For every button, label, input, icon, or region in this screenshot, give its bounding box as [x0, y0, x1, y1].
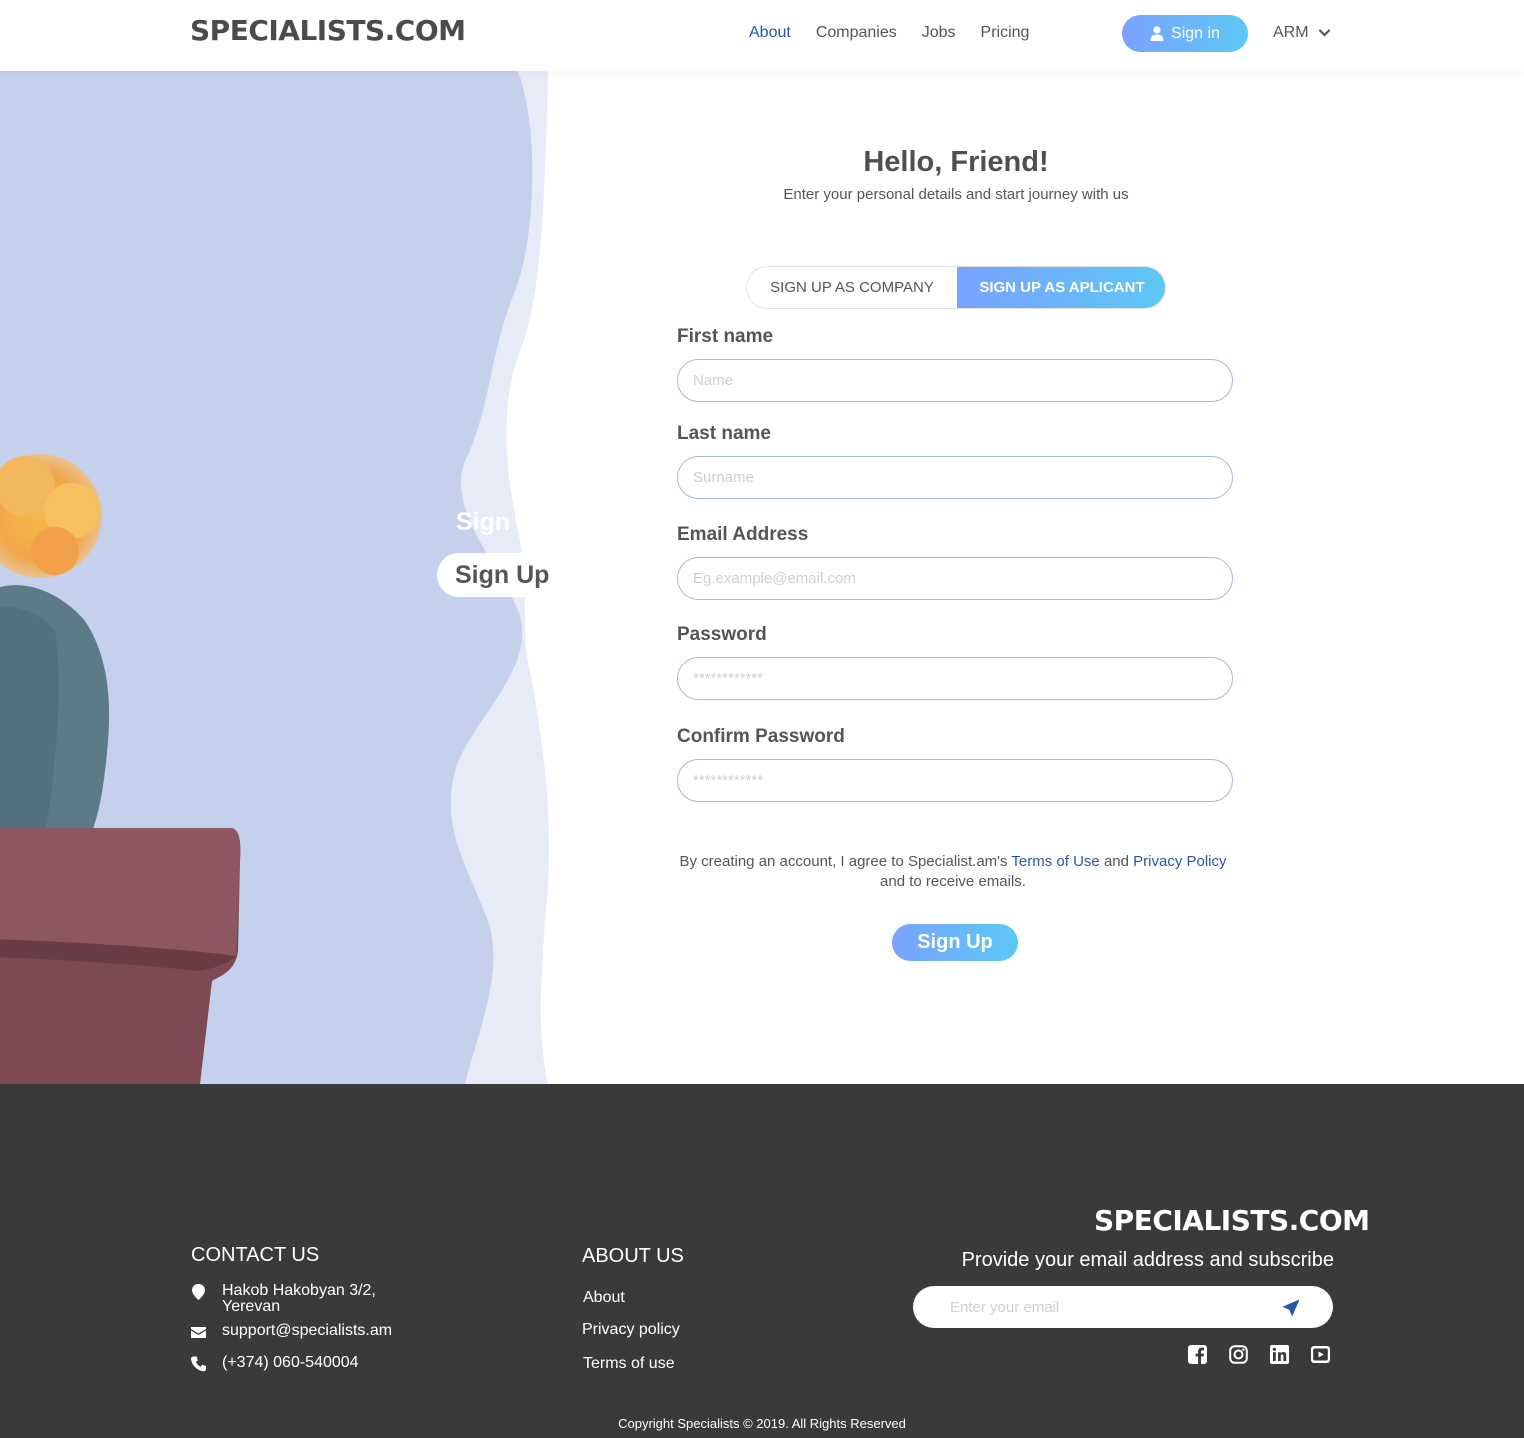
nav-pricing[interactable]: Pricing: [981, 24, 1030, 42]
sign-up-button[interactable]: Sign Up: [892, 924, 1018, 961]
terms-of-use-link[interactable]: Terms of Use: [1011, 853, 1099, 870]
first-name-field[interactable]: [677, 359, 1233, 402]
copyright-text: Copyright Specialists © 2019. All Rights…: [618, 1416, 906, 1431]
chevron-down-icon: [1318, 29, 1330, 37]
contact-heading: CONTACT US: [191, 1244, 320, 1266]
password-field[interactable]: [677, 657, 1233, 700]
side-sign-up-tab[interactable]: Sign Up: [437, 553, 560, 597]
first-name-label: First name: [677, 326, 774, 347]
footer-privacy-link[interactable]: Privacy policy: [582, 1321, 680, 1339]
confirm-password-field[interactable]: [677, 759, 1233, 802]
facebook-icon[interactable]: [1188, 1345, 1207, 1364]
last-name-field[interactable]: [677, 456, 1233, 499]
nav-jobs[interactable]: Jobs: [922, 24, 956, 42]
site-logo[interactable]: SPECIALISTS.COM: [190, 14, 466, 47]
agree-text-3: and to receive emails.: [880, 873, 1026, 890]
linkedin-icon[interactable]: [1270, 1345, 1289, 1364]
phone-text[interactable]: (+374) 060-540004: [222, 1355, 359, 1371]
signup-type-toggle: SIGN UP AS COMPANY SIGN UP AS APLICANT: [746, 266, 1166, 309]
footer-terms-link[interactable]: Terms of use: [583, 1355, 675, 1373]
footer-logo: SPECIALISTS.COM: [1094, 1204, 1370, 1237]
tab-signup-company[interactable]: SIGN UP AS COMPANY: [747, 267, 957, 308]
side-sign-in-link[interactable]: Sign In: [456, 508, 539, 537]
location-pin-icon: [192, 1284, 205, 1300]
contact-phone: (+374) 060-540004: [191, 1355, 359, 1372]
about-heading: ABOUT US: [582, 1245, 684, 1267]
phone-icon: [191, 1356, 206, 1372]
email-label: Email Address: [677, 524, 809, 545]
address-text: Hakob Hakobyan 3/2, Yerevan: [222, 1283, 376, 1315]
contact-email: support@specialists.am: [191, 1323, 392, 1340]
email-field[interactable]: [677, 557, 1233, 600]
user-icon: [1150, 26, 1164, 41]
confirm-password-label: Confirm Password: [677, 726, 845, 747]
side-panel: Sign In Sign Up: [0, 71, 560, 1084]
nav-about[interactable]: About: [749, 24, 791, 42]
footer-about-link[interactable]: About: [583, 1289, 625, 1307]
privacy-policy-link[interactable]: Privacy Policy: [1133, 853, 1226, 870]
terms-agreement: By creating an account, I agree to Speci…: [677, 852, 1229, 892]
address-line-2: Yerevan: [222, 1298, 281, 1315]
main-nav: About Companies Jobs Pricing: [749, 24, 1054, 42]
language-label: ARM: [1273, 24, 1309, 41]
last-name-label: Last name: [677, 423, 771, 444]
header: SPECIALISTS.COM About Companies Jobs Pri…: [0, 0, 1524, 71]
contact-address: Hakob Hakobyan 3/2, Yerevan: [191, 1283, 376, 1315]
subscribe-text: Provide your email address and subscribe: [961, 1249, 1334, 1271]
envelope-icon: [191, 1327, 206, 1338]
send-icon[interactable]: [1282, 1299, 1300, 1317]
sign-in-label: Sign in: [1171, 24, 1220, 42]
subscribe-email-input[interactable]: [950, 1286, 1280, 1328]
agree-text-1: By creating an account, I agree to Speci…: [679, 853, 1012, 870]
subscribe-form: [913, 1286, 1333, 1328]
form-title: Hello, Friend!: [863, 146, 1049, 178]
password-label: Password: [677, 624, 767, 645]
tab-signup-applicant[interactable]: SIGN UP AS APLICANT: [957, 267, 1165, 308]
agree-text-2: and: [1099, 853, 1134, 870]
email-text[interactable]: support@specialists.am: [222, 1323, 392, 1339]
nav-companies[interactable]: Companies: [816, 24, 897, 42]
instagram-icon[interactable]: [1229, 1345, 1248, 1364]
sign-in-button[interactable]: Sign in: [1122, 15, 1248, 52]
address-line-1: Hakob Hakobyan 3/2,: [222, 1282, 376, 1299]
language-select[interactable]: ARM: [1273, 24, 1330, 42]
youtube-icon[interactable]: [1311, 1345, 1330, 1364]
form-subtitle: Enter your personal details and start jo…: [783, 186, 1129, 203]
